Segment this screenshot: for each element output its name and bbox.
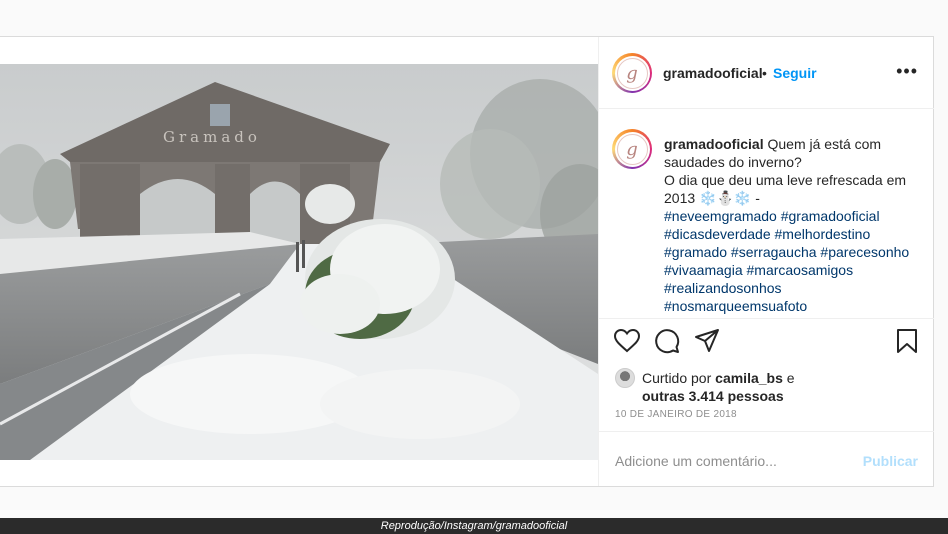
post-header: g gramadooficial • Seguir •••	[599, 37, 934, 109]
follow-button[interactable]: Seguir	[773, 65, 817, 81]
instagram-post: Gramado g gramadooficial • Seguir ••• g …	[0, 36, 934, 487]
header-username[interactable]: gramadooficial	[663, 65, 763, 81]
avatar-logo: g	[616, 57, 648, 89]
liker-username[interactable]: camila_bs	[715, 370, 783, 386]
comment-icon[interactable]	[653, 327, 681, 355]
post-sidebar: g gramadooficial • Seguir ••• g gramadoo…	[598, 37, 934, 486]
avatar-logo: g	[616, 133, 648, 165]
photo-credit: Reprodução/Instagram/gramadooficial	[380, 520, 568, 532]
caption-username[interactable]: gramadooficial	[664, 136, 764, 152]
hashtag-line[interactable]: #vivaamagia #marcaosamigos	[664, 261, 920, 279]
caption-line: Quem já está com	[767, 136, 882, 152]
share-icon[interactable]	[693, 327, 721, 355]
caption-line: saudades do inverno?	[664, 154, 802, 170]
likes-text: Curtido por camila_bs e outras 3.414 pes…	[642, 369, 795, 405]
likes-joiner: e	[786, 370, 795, 386]
comment-input[interactable]	[615, 453, 845, 469]
caption-line: O dia que deu uma leve refrescada em	[664, 172, 907, 188]
likes-count[interactable]: outras 3.414 pessoas	[642, 388, 784, 404]
hashtag-line[interactable]: #gramado #serragaucha #parecesonho	[664, 243, 920, 261]
caption-avatar[interactable]: g	[612, 129, 652, 169]
liker-avatar[interactable]	[615, 368, 635, 388]
separator-dot: •	[762, 65, 767, 81]
heart-icon[interactable]	[613, 327, 641, 355]
more-options-icon[interactable]: •••	[896, 61, 918, 82]
hashtag-line[interactable]: #nosmarqueemsuafoto	[664, 297, 920, 315]
caption-section: g gramadooficial Quem já está com saudad…	[599, 110, 934, 319]
action-bar	[599, 327, 934, 367]
comment-box: Publicar	[599, 431, 934, 486]
likes-prefix: Curtido por	[642, 370, 712, 386]
post-date[interactable]: 10 DE JANEIRO DE 2018	[615, 409, 737, 420]
bookmark-icon[interactable]	[893, 327, 921, 355]
profile-avatar[interactable]: g	[612, 53, 652, 93]
gate-sign: Gramado	[163, 128, 261, 146]
hashtag-line[interactable]: #realizandosonhos	[664, 279, 920, 297]
post-photo[interactable]: Gramado	[0, 37, 598, 486]
publish-button[interactable]: Publicar	[863, 453, 918, 469]
likes-summary: Curtido por camila_bs e outras 3.414 pes…	[615, 367, 925, 407]
caption-line: 2013 ❄️⛄❄️ -	[664, 190, 760, 206]
hashtag-line[interactable]: #dicasdeverdade #melhordestino	[664, 225, 920, 243]
hashtag-line[interactable]: #neveemgramado #gramadooficial	[664, 207, 920, 225]
credit-bar: Reprodução/Instagram/gramadooficial	[0, 518, 948, 534]
page: Gramado g gramadooficial • Seguir ••• g …	[0, 0, 948, 534]
snow-gate-image: Gramado	[0, 64, 598, 460]
caption-text: gramadooficial Quem já está com saudades…	[664, 135, 920, 315]
